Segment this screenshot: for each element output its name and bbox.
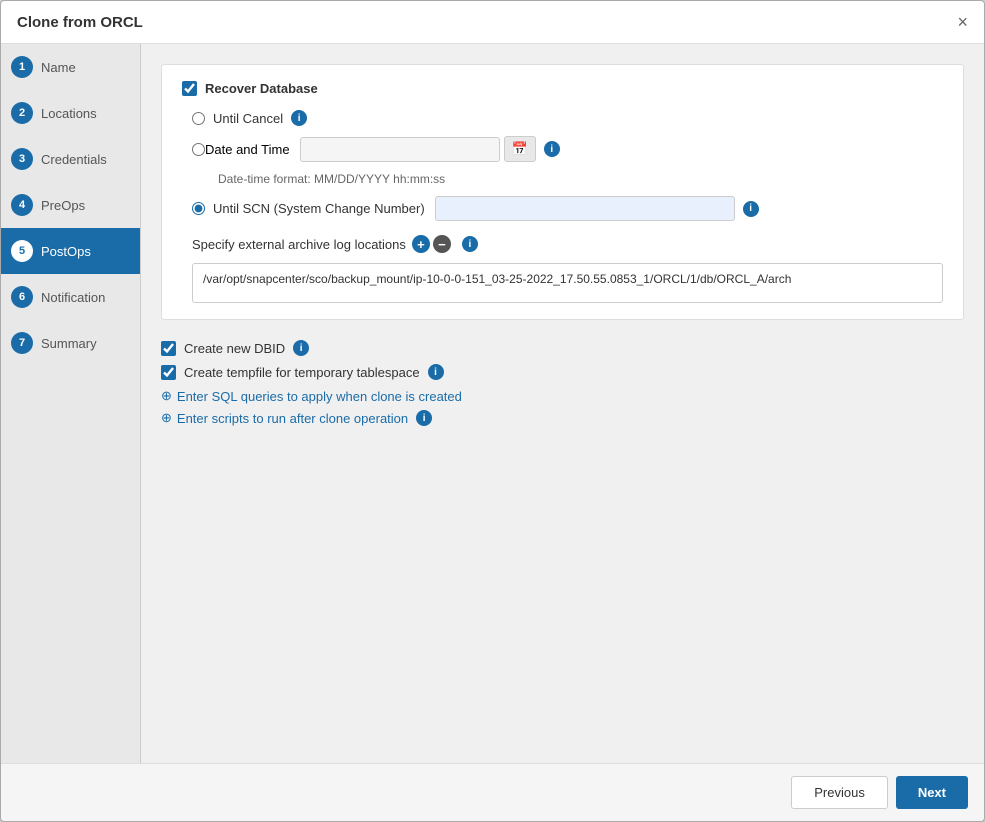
radio-group: Until Cancel i Date and Time 📅 i Date-ti… — [192, 110, 943, 303]
scripts-info-icon[interactable]: i — [416, 410, 432, 426]
next-button[interactable]: Next — [896, 776, 968, 809]
create-dbid-label: Create new DBID — [184, 341, 285, 356]
sidebar-label-notification: Notification — [41, 290, 105, 305]
sql-queries-row: ⊕ Enter SQL queries to apply when clone … — [161, 388, 964, 404]
until-scn-label: Until SCN (System Change Number) — [213, 201, 425, 216]
recover-db-section: Recover Database Until Cancel i Date and… — [161, 64, 964, 320]
sql-expand-icon: ⊕ — [161, 388, 172, 404]
sidebar-item-summary[interactable]: 7 Summary — [1, 320, 140, 366]
step-num-6: 6 — [11, 286, 33, 308]
sidebar-item-notification[interactable]: 6 Notification — [1, 274, 140, 320]
dialog-header: Clone from ORCL × — [1, 1, 984, 44]
sidebar-item-locations[interactable]: 2 Locations — [1, 90, 140, 136]
step-num-1: 1 — [11, 56, 33, 78]
create-tempfile-info-icon[interactable]: i — [428, 364, 444, 380]
create-tempfile-checkbox[interactable] — [161, 365, 176, 380]
bottom-options: Create new DBID i Create tempfile for te… — [161, 340, 964, 432]
scripts-expand-icon: ⊕ — [161, 410, 172, 426]
create-tempfile-row: Create tempfile for temporary tablespace… — [161, 364, 964, 380]
recover-db-row: Recover Database — [182, 81, 943, 96]
archive-log-label: Specify external archive log locations — [192, 237, 406, 252]
scn-input[interactable]: 1788879 — [435, 196, 735, 221]
scripts-row: ⊕ Enter scripts to run after clone opera… — [161, 410, 964, 426]
archive-log-info-icon[interactable]: i — [462, 236, 478, 252]
close-button[interactable]: × — [957, 13, 968, 31]
previous-button[interactable]: Previous — [791, 776, 888, 809]
add-archive-log-button[interactable]: + — [412, 235, 430, 253]
date-time-radio[interactable] — [192, 143, 205, 156]
recover-db-checkbox[interactable] — [182, 81, 197, 96]
recover-db-label: Recover Database — [205, 81, 318, 96]
step-num-7: 7 — [11, 332, 33, 354]
clone-dialog: Clone from ORCL × 1 Name 2 Locations 3 C… — [0, 0, 985, 822]
until-cancel-info-icon[interactable]: i — [291, 110, 307, 126]
sidebar-label-locations: Locations — [41, 106, 97, 121]
step-num-5: 5 — [11, 240, 33, 262]
date-time-info-icon[interactable]: i — [544, 141, 560, 157]
main-content: Recover Database Until Cancel i Date and… — [141, 44, 984, 763]
sidebar-label-preops: PreOps — [41, 198, 85, 213]
date-format-hint: Date-time format: MM/DD/YYYY hh:mm:ss — [218, 172, 943, 186]
until-cancel-label: Until Cancel — [213, 111, 283, 126]
date-time-label: Date and Time — [205, 142, 290, 157]
create-dbid-info-icon[interactable]: i — [293, 340, 309, 356]
calendar-button[interactable]: 📅 — [504, 136, 536, 162]
sidebar-item-credentials[interactable]: 3 Credentials — [1, 136, 140, 182]
scripts-link[interactable]: Enter scripts to run after clone operati… — [177, 411, 408, 426]
sidebar-label-postops: PostOps — [41, 244, 91, 259]
step-num-3: 3 — [11, 148, 33, 170]
remove-archive-log-button[interactable]: − — [433, 235, 451, 253]
dialog-footer: Previous Next — [1, 763, 984, 821]
sidebar-item-name[interactable]: 1 Name — [1, 44, 140, 90]
sidebar-label-name: Name — [41, 60, 76, 75]
scn-row: Until SCN (System Change Number) 1788879… — [192, 196, 943, 221]
sql-queries-link[interactable]: Enter SQL queries to apply when clone is… — [177, 389, 462, 404]
dialog-title: Clone from ORCL — [17, 14, 143, 31]
scn-info-icon[interactable]: i — [743, 201, 759, 217]
date-time-row: Date and Time 📅 i — [192, 136, 943, 162]
create-dbid-row: Create new DBID i — [161, 340, 964, 356]
step-num-2: 2 — [11, 102, 33, 124]
sidebar-label-credentials: Credentials — [41, 152, 107, 167]
until-cancel-row: Until Cancel i — [192, 110, 943, 126]
date-time-input[interactable] — [300, 137, 500, 162]
create-tempfile-label: Create tempfile for temporary tablespace — [184, 365, 420, 380]
step-num-4: 4 — [11, 194, 33, 216]
until-scn-radio[interactable] — [192, 202, 205, 215]
sidebar: 1 Name 2 Locations 3 Credentials 4 PreOp… — [1, 44, 141, 763]
sidebar-label-summary: Summary — [41, 336, 97, 351]
sidebar-item-postops[interactable]: 5 PostOps — [1, 228, 140, 274]
dialog-body: 1 Name 2 Locations 3 Credentials 4 PreOp… — [1, 44, 984, 763]
archive-log-row: Specify external archive log locations +… — [192, 235, 943, 253]
create-dbid-checkbox[interactable] — [161, 341, 176, 356]
archive-path-box: /var/opt/snapcenter/sco/backup_mount/ip-… — [192, 263, 943, 303]
sidebar-item-preops[interactable]: 4 PreOps — [1, 182, 140, 228]
until-cancel-radio[interactable] — [192, 112, 205, 125]
